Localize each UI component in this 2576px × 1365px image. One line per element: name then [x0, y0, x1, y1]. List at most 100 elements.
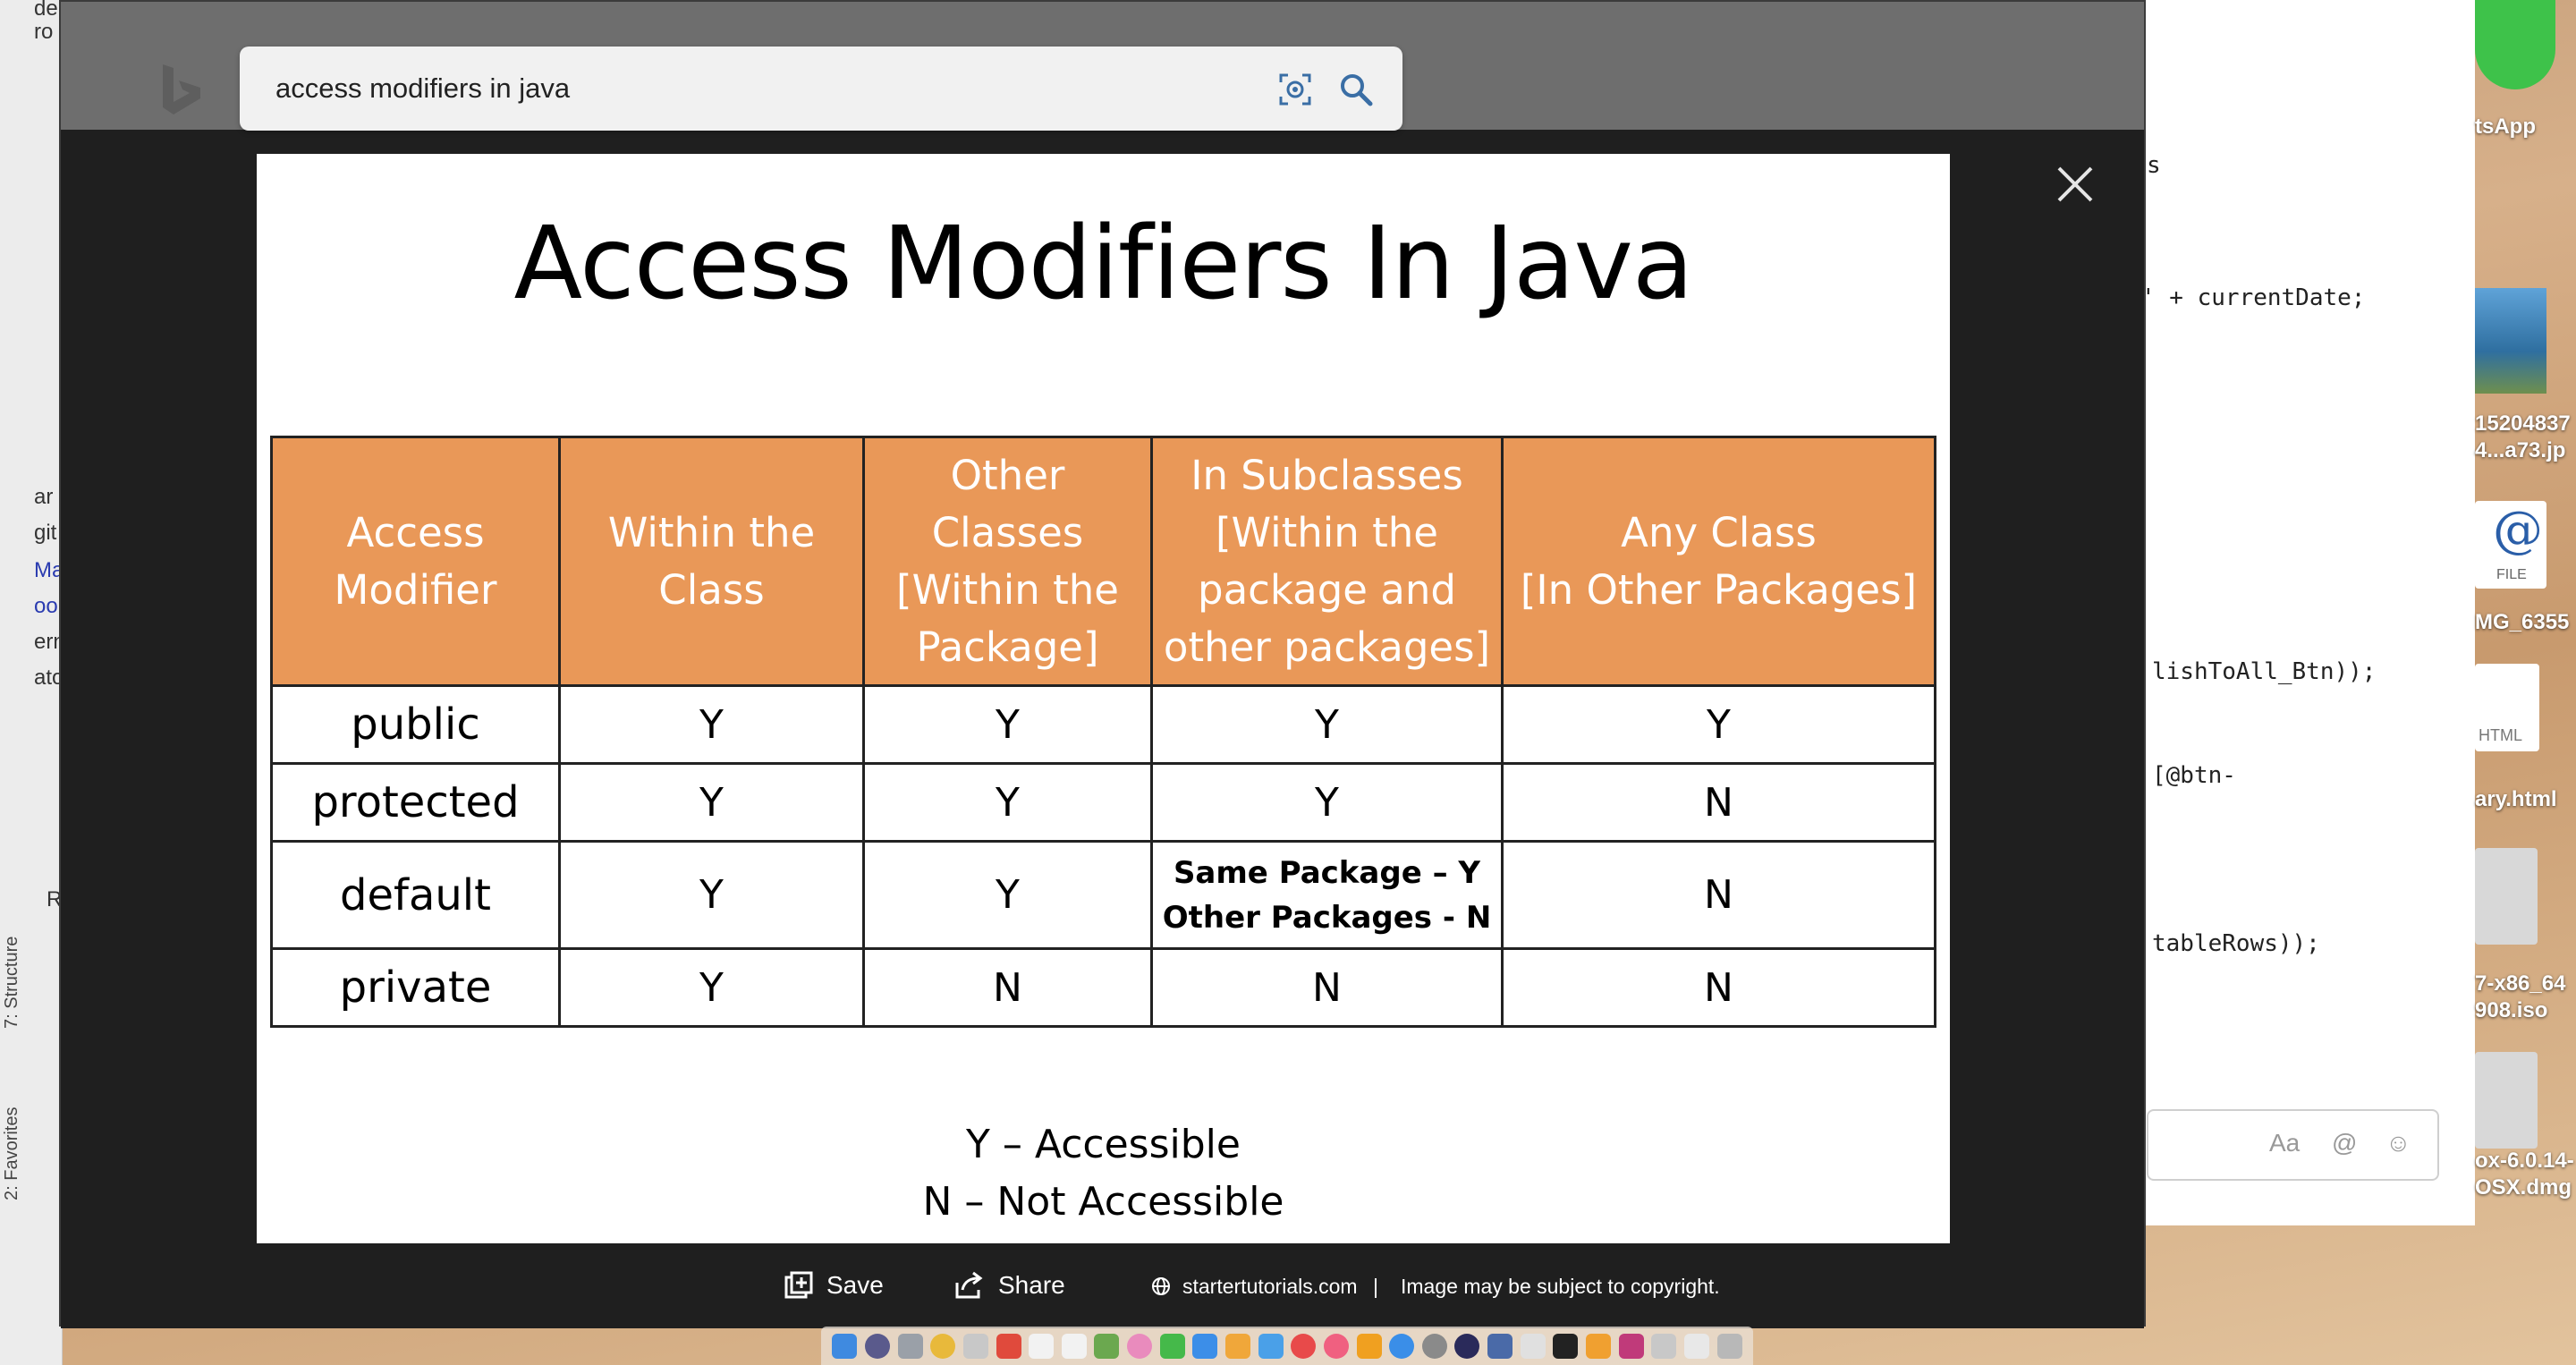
- access-modifiers-table: Access Modifier Within the Class Other Classe…: [270, 436, 1936, 1028]
- table-header-line: Within the: [607, 508, 816, 556]
- books-icon[interactable]: [1356, 1333, 1382, 1359]
- bing-logo-icon[interactable]: [159, 63, 204, 116]
- modifier-cell: default: [270, 840, 561, 950]
- table-row: private Y N N N: [270, 947, 1936, 1028]
- facetime-icon[interactable]: [1192, 1333, 1218, 1359]
- photo-thumbnail-icon[interactable]: [2475, 288, 2546, 394]
- message-placeholder: Aa: [2269, 1129, 2301, 1157]
- finder-icon[interactable]: [832, 1333, 858, 1359]
- terminal-icon[interactable]: [1553, 1333, 1579, 1359]
- disk-image-icon[interactable]: [2475, 1052, 2538, 1149]
- access-cell: N: [1501, 762, 1936, 843]
- legend-accessible: Y – Accessible: [966, 1122, 1241, 1167]
- sublime-icon[interactable]: [1586, 1333, 1612, 1359]
- virtualbox-icon[interactable]: [1487, 1333, 1513, 1359]
- table-header-line: [Within the: [896, 565, 1119, 614]
- desktop-icons: tsApp 15204837 4...a73.jp @ FILE MG_6355…: [2475, 0, 2576, 1365]
- eclipse-icon[interactable]: [1454, 1333, 1480, 1359]
- legend-not-accessible: N – Not Accessible: [922, 1179, 1284, 1225]
- mention-icon[interactable]: @: [2332, 1129, 2357, 1157]
- access-cell: Y: [558, 947, 865, 1028]
- access-cell: Y: [558, 684, 865, 765]
- save-button[interactable]: Save: [784, 1263, 884, 1308]
- access-cell: Y: [1501, 684, 1936, 765]
- launchpad-icon[interactable]: [897, 1333, 923, 1359]
- news-icon[interactable]: [1291, 1333, 1317, 1359]
- trash-icon[interactable]: [1716, 1333, 1742, 1359]
- contacts-icon[interactable]: [962, 1333, 988, 1359]
- search-input[interactable]: [275, 47, 1170, 131]
- pages-icon[interactable]: [1225, 1333, 1250, 1359]
- chrome-icon[interactable]: [930, 1333, 956, 1359]
- music-icon[interactable]: [1323, 1333, 1349, 1359]
- code-line: lishToAll_Btn));: [2152, 658, 2377, 685]
- table-row: default Y Y Same Package – Y Other Packages …: [270, 840, 1936, 950]
- siri-icon[interactable]: [864, 1333, 890, 1359]
- image-viewer-overlay: Access Modifiers In Java Access Modifier W…: [59, 0, 2146, 1328]
- share-icon: [955, 1271, 983, 1299]
- message-input[interactable]: Aa @ ☺: [2147, 1109, 2439, 1181]
- search-bar[interactable]: [240, 47, 1402, 131]
- emoji-icon[interactable]: ☺: [2385, 1129, 2411, 1157]
- save-icon: [784, 1271, 813, 1299]
- desktop-icon-label: ox-6.0.14-: [2475, 1149, 2574, 1173]
- viewer-footer: Save Share startertutorials.com | Image …: [61, 1243, 2144, 1328]
- access-cell: N: [862, 947, 1153, 1028]
- downloads-icon[interactable]: [1683, 1333, 1709, 1359]
- notes-icon[interactable]: [1029, 1333, 1055, 1359]
- table-header-line: In Subclasses: [1191, 451, 1463, 499]
- table-header-line: Class: [658, 565, 765, 614]
- desktop-icon-label: OSX.dmg: [2475, 1175, 2572, 1200]
- modifier-cell: private: [270, 947, 561, 1028]
- visual-search-icon[interactable]: [1277, 72, 1313, 107]
- search-icon[interactable]: [1338, 72, 1374, 107]
- whatsapp-icon[interactable]: [2475, 0, 2555, 89]
- source-link[interactable]: startertutorials.com: [1182, 1275, 1358, 1299]
- table-row: protected Y Y Y N: [270, 762, 1936, 843]
- maps-icon[interactable]: [1094, 1333, 1120, 1359]
- messages-icon[interactable]: [1159, 1333, 1185, 1359]
- slack-icon[interactable]: [1520, 1333, 1546, 1359]
- desktop-icon-label: 15204837: [2475, 411, 2571, 436]
- access-cell: Y: [862, 762, 1153, 843]
- access-cell: Y: [558, 762, 865, 843]
- table-header-line: Modifier: [334, 565, 497, 614]
- reminders-icon[interactable]: [1061, 1333, 1087, 1359]
- ide-text-fragment: oo: [34, 594, 58, 618]
- share-label: Share: [998, 1271, 1065, 1299]
- slide-title: Access Modifiers In Java: [513, 206, 1693, 322]
- share-button[interactable]: Share: [953, 1263, 1065, 1308]
- intellij-icon[interactable]: [1618, 1333, 1644, 1359]
- photos-icon[interactable]: [1127, 1333, 1153, 1359]
- html-file-icon[interactable]: HTML: [2475, 664, 2539, 751]
- code-line: [@btn-: [2152, 762, 2236, 789]
- code-line: ' + currentDate;: [2141, 284, 2366, 311]
- calendar-icon[interactable]: [996, 1333, 1021, 1359]
- access-cell: Y: [558, 840, 865, 950]
- copyright-notice: Image may be subject to copyright.: [1401, 1275, 1720, 1298]
- access-cell: Same Package – Y Other Packages - N: [1150, 840, 1504, 950]
- preview-icon[interactable]: [1651, 1333, 1677, 1359]
- app-store-icon[interactable]: [1389, 1333, 1415, 1359]
- dock: [821, 1327, 1753, 1365]
- disk-image-icon[interactable]: [2475, 848, 2538, 945]
- desktop-icon-label: 7-x86_64: [2475, 971, 2566, 996]
- desktop-icon-label: 4...a73.jp: [2475, 438, 2566, 462]
- footer-separator: |: [1373, 1275, 1378, 1298]
- system-preferences-icon[interactable]: [1421, 1333, 1447, 1359]
- viewer-top-bar: [61, 2, 2144, 131]
- table-header-line: Access: [346, 508, 485, 556]
- table-header-line: package and: [1198, 565, 1456, 614]
- table-header-line: [Within the: [1216, 508, 1438, 556]
- table-header-cell: Access Modifier: [270, 436, 561, 687]
- keynote-icon[interactable]: [1258, 1333, 1284, 1359]
- close-icon[interactable]: [2054, 163, 2097, 206]
- desktop-icon-label: tsApp: [2475, 114, 2536, 139]
- table-header-line: Other: [950, 451, 1065, 499]
- table-header-line: Classes: [931, 508, 1084, 556]
- structure-tab[interactable]: 7: Structure: [2, 937, 22, 1029]
- access-cell: Y: [1150, 762, 1504, 843]
- file-icon[interactable]: @ FILE: [2475, 501, 2546, 589]
- favorites-tab[interactable]: 2: Favorites: [2, 1107, 22, 1200]
- save-label: Save: [826, 1271, 884, 1299]
